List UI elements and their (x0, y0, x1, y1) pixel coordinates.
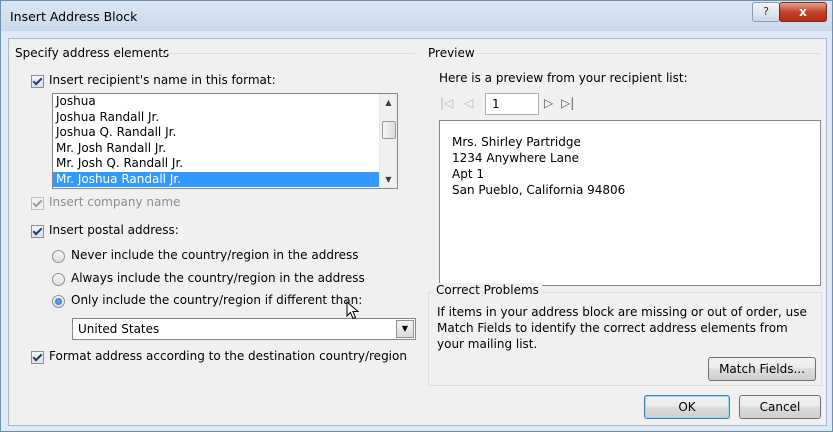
title-bar: Insert Address Block ? x (1, 1, 832, 31)
list-item[interactable]: Joshua Randall Jr. (53, 110, 397, 126)
correct-problems-heading: Correct Problems (433, 283, 542, 297)
only-if-different-label: Only include the country/region if diffe… (71, 293, 363, 307)
correct-problems-text: your mailing list. (437, 337, 538, 351)
country-dropdown-value: United States (78, 322, 160, 336)
close-button[interactable]: x (779, 2, 827, 22)
first-record-icon[interactable]: |◁ (440, 96, 453, 110)
format-by-destination-label: Format address according to the destinat… (49, 349, 407, 363)
record-number-input[interactable]: 1 (485, 93, 539, 115)
chevron-down-icon[interactable]: ▼ (396, 320, 414, 338)
insert-recipient-name-label: Insert recipient's name in this format: (49, 73, 276, 87)
insert-company-name-checkbox[interactable] (31, 197, 44, 210)
scroll-down-icon[interactable]: ▼ (380, 171, 397, 188)
name-format-listbox[interactable]: Joshua Joshua Randall Jr. Joshua Q. Rand… (52, 93, 398, 189)
address-line: 1234 Anywhere Lane (452, 151, 579, 165)
match-fields-button[interactable]: Match Fields... (708, 357, 816, 381)
list-item-selected[interactable]: Mr. Joshua Randall Jr. (53, 171, 397, 187)
insert-address-block-dialog: Insert Address Block ? x Specify address… (0, 0, 833, 432)
list-item[interactable]: Joshua (53, 94, 397, 110)
address-line: Mrs. Shirley Partridge (452, 135, 581, 149)
country-dropdown[interactable]: United States ▼ (72, 318, 416, 340)
list-item[interactable]: Mr. Josh Q. Randall Jr. (53, 156, 397, 172)
dialog-title: Insert Address Block (10, 9, 138, 24)
list-item[interactable]: Joshua Q. Randall Jr. (53, 125, 397, 141)
always-include-country-radio[interactable] (52, 273, 65, 286)
correct-problems-text: If items in your address block are missi… (437, 305, 807, 319)
dialog-body: Specify address elements Insert recipien… (8, 38, 827, 426)
mouse-pointer-icon (346, 301, 360, 320)
only-if-different-radio[interactable] (52, 295, 65, 308)
list-scrollbar[interactable]: ▲ ▼ (379, 94, 397, 188)
address-line: San Pueblo, California 94806 (452, 183, 626, 197)
address-preview-box: Mrs. Shirley Partridge 1234 Anywhere Lan… (439, 120, 821, 286)
insert-company-name-label: Insert company name (49, 195, 181, 209)
scroll-thumb[interactable] (382, 121, 396, 139)
never-include-country-radio[interactable] (52, 250, 65, 263)
preview-intro-text: Here is a preview from your recipient li… (439, 71, 688, 85)
insert-postal-address-checkbox[interactable] (31, 225, 44, 238)
group-divider (165, 53, 415, 54)
scroll-up-icon[interactable]: ▲ (380, 94, 397, 111)
cancel-button[interactable]: Cancel (739, 395, 821, 419)
ok-button[interactable]: OK (644, 395, 730, 419)
record-number-value: 1 (492, 97, 500, 111)
last-record-icon[interactable]: ▷| (561, 96, 574, 110)
insert-recipient-name-checkbox[interactable] (31, 75, 44, 88)
format-by-destination-checkbox[interactable] (31, 351, 44, 364)
insert-postal-address-label: Insert postal address: (49, 223, 179, 237)
previous-record-icon[interactable]: ◁ (464, 96, 473, 110)
always-include-country-label: Always include the country/region in the… (71, 271, 365, 285)
preview-heading: Preview (428, 46, 475, 60)
preview-divider (477, 53, 821, 54)
list-item[interactable]: Mr. Josh Randall Jr. (53, 141, 397, 157)
never-include-country-label: Never include the country/region in the … (71, 248, 359, 262)
address-line: Apt 1 (452, 167, 484, 181)
specify-address-elements-heading: Specify address elements (15, 46, 170, 60)
next-record-icon[interactable]: ▷ (544, 96, 553, 110)
help-button[interactable]: ? (752, 2, 780, 22)
correct-problems-text: Match Fields to identify the correct add… (437, 321, 788, 335)
